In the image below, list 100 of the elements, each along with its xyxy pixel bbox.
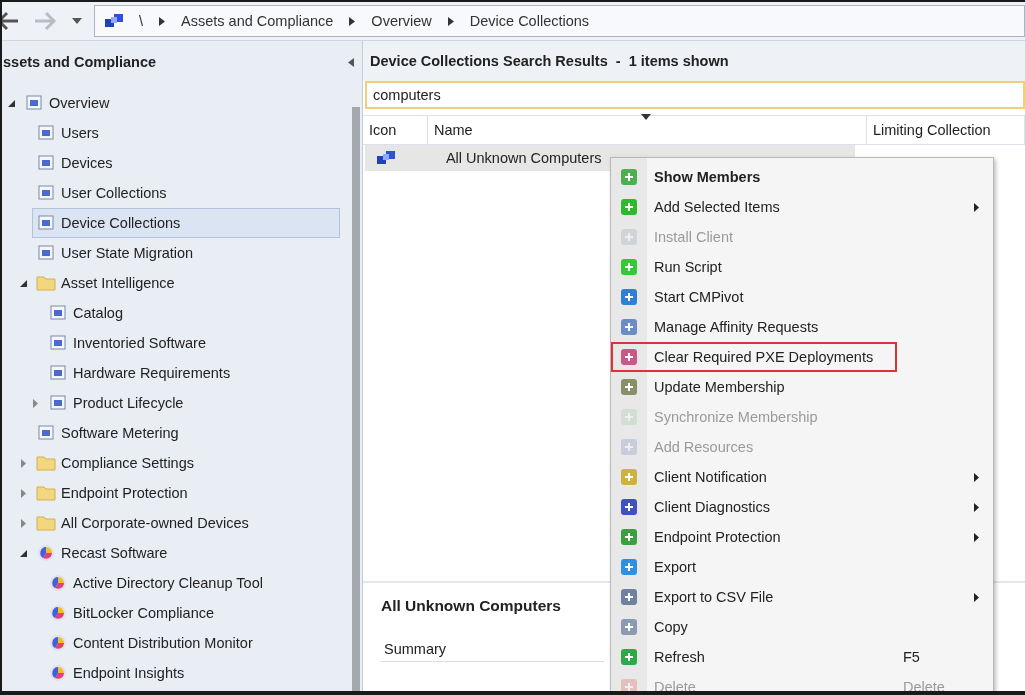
column-header[interactable]: Name xyxy=(428,116,867,144)
tree-item[interactable]: Asset Intelligence xyxy=(32,268,340,298)
folder-icon xyxy=(36,515,56,531)
menu-item[interactable]: Run Script xyxy=(611,252,993,282)
command-icon xyxy=(619,227,639,247)
tree-item[interactable]: Endpoint Protection xyxy=(32,478,340,508)
command-icon xyxy=(619,167,639,187)
folder-icon xyxy=(36,455,56,471)
menu-item[interactable]: Export xyxy=(611,552,993,582)
tree-item[interactable]: BitLocker Compliance xyxy=(44,598,340,628)
command-icon xyxy=(619,287,639,307)
command-icon xyxy=(619,557,639,577)
expanded-arrow-icon[interactable] xyxy=(19,279,27,287)
command-icon xyxy=(619,527,639,547)
device-collection-icon xyxy=(375,149,397,167)
console-node-icon xyxy=(48,394,68,412)
results-title: Device Collections Search Results - 1 items shown xyxy=(363,41,1025,81)
tree-item[interactable]: User State Migration xyxy=(32,238,340,268)
folder-icon xyxy=(36,485,56,501)
colored-circle-icon xyxy=(36,544,56,562)
collapse-chevron-icon[interactable] xyxy=(348,57,354,67)
colored-circle-icon xyxy=(48,664,68,682)
console-node-icon xyxy=(36,184,56,202)
breadcrumb-item[interactable]: \ xyxy=(139,13,144,29)
console-node-icon xyxy=(36,214,56,232)
chevron-right-icon xyxy=(349,16,356,26)
colored-circle-icon xyxy=(48,574,68,592)
menu-item[interactable]: Client Notification xyxy=(611,462,993,492)
command-icon xyxy=(619,587,639,607)
console-node-icon xyxy=(36,244,56,262)
menu-item[interactable]: Clear Required PXE Deployments xyxy=(611,342,993,372)
breadcrumb-item[interactable]: Assets and Compliance xyxy=(181,13,334,29)
command-icon xyxy=(619,647,639,667)
menu-item[interactable]: Manage Affinity Requests xyxy=(611,312,993,342)
menu-item[interactable]: Update Membership xyxy=(611,372,993,402)
tree-item[interactable]: Compliance Settings xyxy=(32,448,340,478)
command-icon xyxy=(619,617,639,637)
column-header[interactable]: Limiting Collection xyxy=(867,116,1025,144)
back-arrow-icon[interactable] xyxy=(2,10,20,32)
column-header[interactable]: Icon xyxy=(363,116,428,144)
tree-item[interactable]: Content Distribution Monitor xyxy=(44,628,340,658)
scrollbar[interactable] xyxy=(352,107,360,691)
command-icon xyxy=(619,377,639,397)
command-icon xyxy=(619,467,639,487)
pane-title: ssets and Compliance xyxy=(3,54,157,70)
breadcrumb-item[interactable]: Device Collections xyxy=(469,13,590,29)
tree-item[interactable]: Active Directory Cleanup Tool xyxy=(44,568,340,598)
console-node-icon xyxy=(48,304,68,322)
colored-circle-icon xyxy=(48,604,68,622)
chevron-right-icon xyxy=(447,16,454,26)
tree-item[interactable]: Catalog xyxy=(44,298,340,328)
command-icon xyxy=(619,437,639,457)
command-icon xyxy=(619,197,639,217)
console-node-icon xyxy=(24,94,44,112)
collapsed-arrow-icon[interactable] xyxy=(32,398,38,408)
console-node-icon xyxy=(36,124,56,142)
command-icon xyxy=(619,677,639,691)
console-node-icon xyxy=(36,424,56,442)
tree-item[interactable]: User Collections xyxy=(32,178,340,208)
tree-item[interactable]: All Corporate-owned Devices xyxy=(32,508,340,538)
command-icon xyxy=(619,257,639,277)
tree-item[interactable]: Overview xyxy=(20,88,340,118)
collapsed-arrow-icon[interactable] xyxy=(20,458,26,468)
tree-item[interactable]: Inventoried Software xyxy=(44,328,340,358)
tree-item[interactable]: Device Collections xyxy=(32,208,340,238)
chevron-right-icon xyxy=(159,16,166,26)
tree-item[interactable]: Product Lifecycle xyxy=(44,388,340,418)
colored-circle-icon xyxy=(48,634,68,652)
expanded-arrow-icon[interactable] xyxy=(7,99,15,107)
command-icon xyxy=(619,317,639,337)
table-cell-text: All Unknown Computers xyxy=(444,150,603,166)
command-icon xyxy=(619,347,639,367)
console-node-icon xyxy=(48,334,68,352)
menu-item[interactable]: Show Members xyxy=(611,162,993,192)
tree-item[interactable]: Users xyxy=(32,118,340,148)
command-icon xyxy=(619,497,639,517)
menu-item[interactable]: Refresh F5 xyxy=(611,642,993,672)
tree-item[interactable]: Hardware Requirements xyxy=(44,358,340,388)
breadcrumb-item[interactable]: Overview xyxy=(371,13,432,29)
tree-item[interactable]: Recast Software xyxy=(32,538,340,568)
search-field[interactable]: computers xyxy=(365,81,1025,109)
menu-item[interactable]: Client Diagnostics xyxy=(611,492,993,522)
sort-arrow-icon xyxy=(641,114,651,120)
menu-item[interactable]: Endpoint Protection xyxy=(611,522,993,552)
menu-item[interactable]: Start CMPivot xyxy=(611,282,993,312)
section-heading: Summary xyxy=(381,641,604,662)
console-node-icon xyxy=(48,364,68,382)
command-icon xyxy=(619,407,639,427)
menu-item[interactable]: Export to CSV File xyxy=(611,582,993,612)
tree-item[interactable]: Software Metering xyxy=(32,418,340,448)
collapsed-arrow-icon[interactable] xyxy=(20,518,26,528)
expanded-arrow-icon[interactable] xyxy=(19,549,27,557)
details-title: All Unknown Computers xyxy=(381,597,561,615)
menu-item[interactable]: Add Selected Items xyxy=(611,192,993,222)
collapsed-arrow-icon[interactable] xyxy=(20,488,26,498)
tree-item[interactable]: Devices xyxy=(32,148,340,178)
dropdown-caret-icon[interactable] xyxy=(72,18,82,24)
tree-item[interactable]: Endpoint Insights xyxy=(44,658,340,688)
menu-item[interactable]: Copy xyxy=(611,612,993,642)
console-node-icon xyxy=(36,154,56,172)
